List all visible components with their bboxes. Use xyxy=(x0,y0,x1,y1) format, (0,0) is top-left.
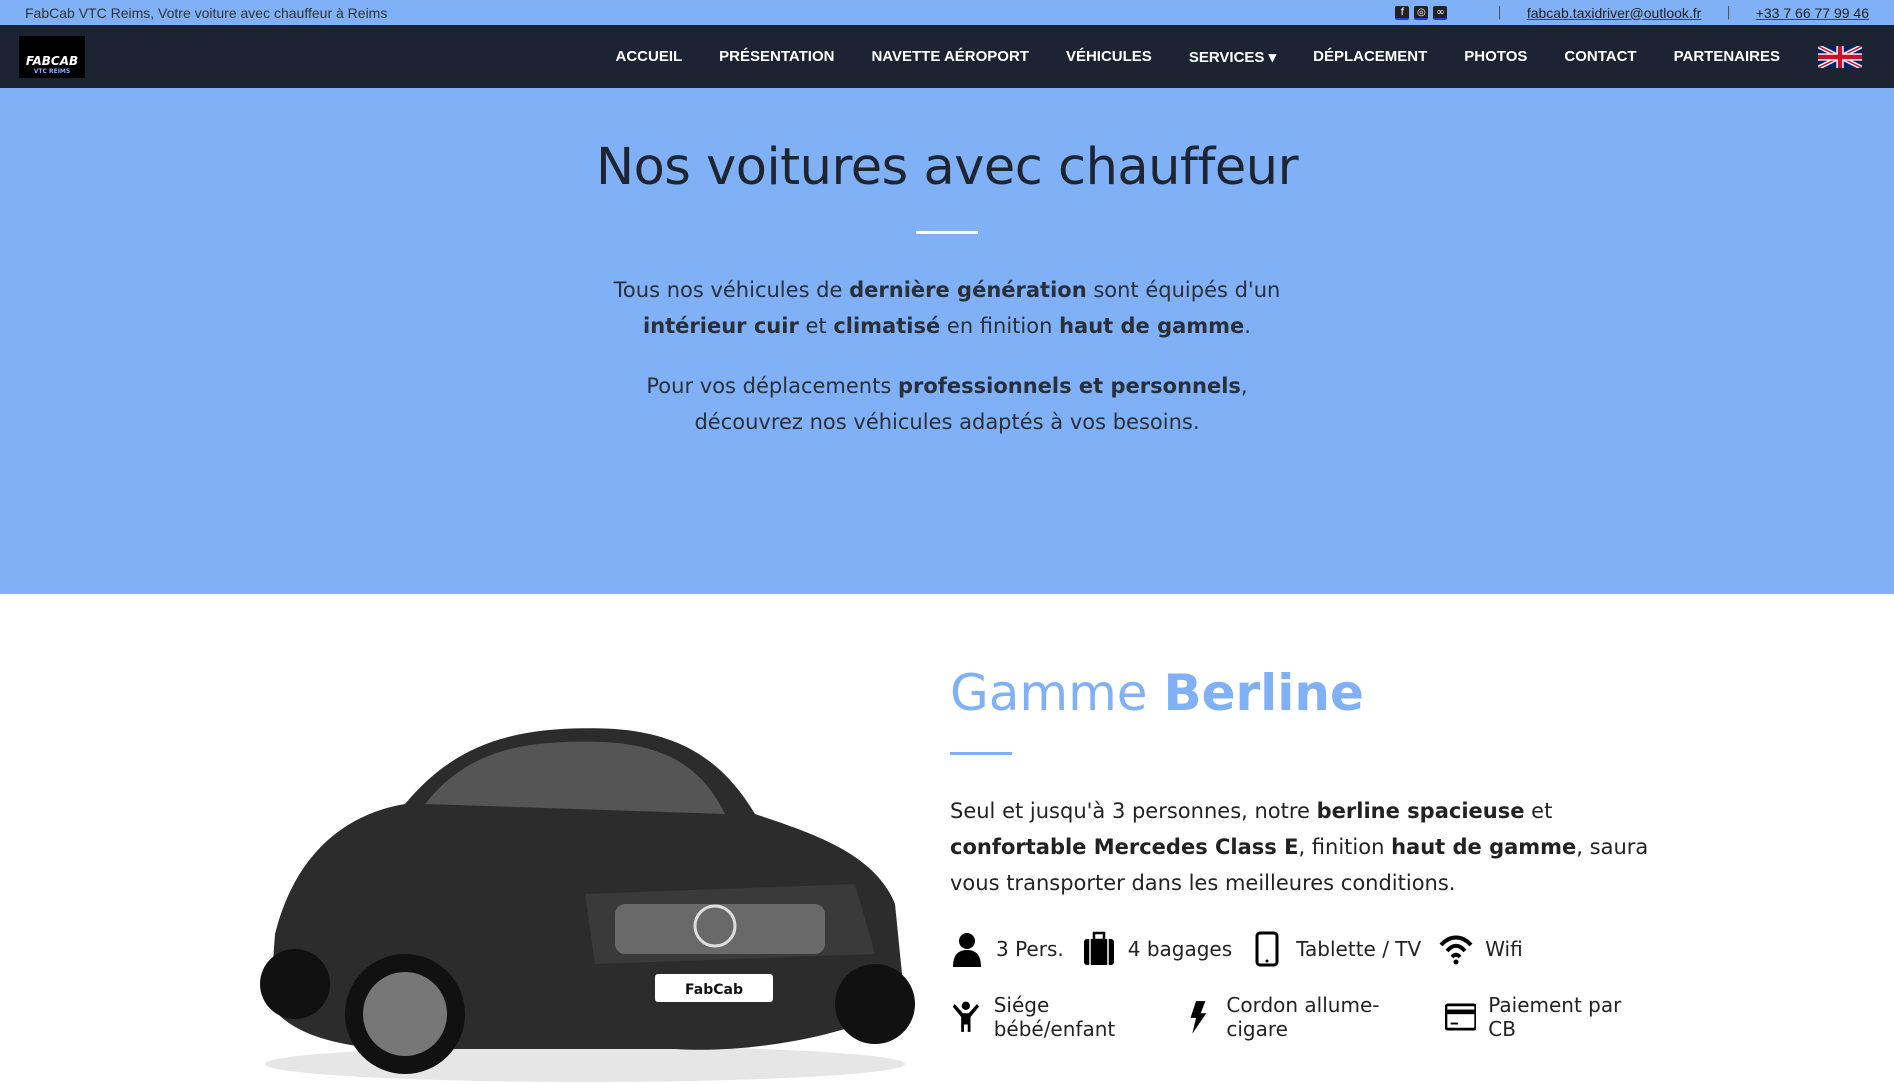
nav-item[interactable]: VÉHICULES xyxy=(1066,48,1152,65)
facebook-icon[interactable]: f xyxy=(1395,5,1410,20)
bolt-icon xyxy=(1190,1001,1206,1034)
feature-item: 3 Pers. xyxy=(950,931,1064,967)
car-image: FabCab xyxy=(260,728,915,1082)
feature-label: Siége bébé/enfant xyxy=(993,993,1116,1041)
text: , finition xyxy=(1298,835,1392,859)
text: en finition xyxy=(940,314,1060,338)
feature-label: 3 Pers. xyxy=(996,937,1064,961)
suitcase-icon xyxy=(1083,931,1114,965)
bold-text: dernière génération xyxy=(849,278,1087,302)
section-divider xyxy=(950,752,1012,755)
berline-description: Seul et jusqu'à 3 personnes, notre berli… xyxy=(950,793,1650,901)
feature-label: Tablette / TV xyxy=(1296,937,1422,961)
bold-text: berline spacieuse xyxy=(1316,799,1525,823)
nav-item[interactable]: NAVETTE AÉROPORT xyxy=(871,48,1029,65)
divider: | xyxy=(1497,5,1502,20)
phone-link[interactable]: +33 7 66 77 99 46 xyxy=(1756,5,1869,21)
tablet-icon xyxy=(1255,931,1279,967)
plate-text: FabCab xyxy=(685,982,743,998)
section-title: Gamme Berline xyxy=(950,664,1650,722)
feature-label: Paiement par CB xyxy=(1488,993,1622,1041)
text: sont équipés d'un xyxy=(1086,278,1281,302)
berline-section: FabCab Gamme Berline Seul et jusqu'à 3 p… xyxy=(0,594,1894,1082)
text: Tous nos véhicules de xyxy=(613,278,850,302)
nav-item[interactable]: PRÉSENTATION xyxy=(719,48,834,65)
credit-card-icon xyxy=(1444,1003,1477,1031)
title-divider xyxy=(916,231,978,234)
text: et xyxy=(1524,799,1553,823)
nav-item[interactable]: DÉPLACEMENT xyxy=(1313,48,1427,65)
logo-subtext: VTC REIMS xyxy=(33,67,71,75)
wifi-icon xyxy=(1439,935,1473,965)
nav-item[interactable]: CONTACT xyxy=(1564,48,1636,65)
feature-item: Siége bébé/enfant xyxy=(950,993,1165,1041)
title-bold: Berline xyxy=(1163,664,1364,722)
main-nav: FABCAB VTC REIMS ACCUEIL PRÉSENTATION NAVET… xyxy=(0,25,1894,88)
nav-item[interactable]: PARTENAIRES xyxy=(1674,48,1780,65)
hero-paragraph-2: Pour vos déplacements professionnels et … xyxy=(607,368,1287,440)
bold-text: climatisé xyxy=(833,314,941,338)
divider: | xyxy=(1726,5,1731,20)
tripadvisor-icon[interactable]: ∞ xyxy=(1433,5,1448,20)
nav-item[interactable]: SERVICES ▾ xyxy=(1189,48,1276,66)
nav-item[interactable]: PHOTOS xyxy=(1464,48,1527,65)
feature-item: 4 bagages xyxy=(1082,931,1232,967)
bold-text: professionnels et personnels xyxy=(897,374,1241,398)
nav-item[interactable]: ACCUEIL xyxy=(615,48,682,65)
bold-text: confortable Mercedes Class E xyxy=(950,835,1299,859)
hero-section: Nos voitures avec chauffeur Tous nos véh… xyxy=(0,88,1894,594)
feature-label: Wifi xyxy=(1485,937,1523,961)
email-link[interactable]: fabcab.taxidriver@outlook.fr xyxy=(1527,5,1702,21)
feature-item: Tablette / TV xyxy=(1250,931,1421,967)
logo[interactable]: FABCAB VTC REIMS xyxy=(19,35,85,78)
title-light: Gamme xyxy=(950,664,1164,722)
bold-text: intérieur cuir xyxy=(643,314,799,338)
tagline: FabCab VTC Reims, Votre voiture avec cha… xyxy=(25,4,388,21)
feature-item: Paiement par CB xyxy=(1444,993,1644,1041)
uk-flag-icon[interactable] xyxy=(1818,45,1862,68)
feature-item: Cordon allume-cigare xyxy=(1183,993,1427,1041)
instagram-icon[interactable]: ◎ xyxy=(1414,5,1429,20)
page-title: Nos voitures avec chauffeur xyxy=(595,138,1299,197)
child-icon xyxy=(952,1001,979,1032)
feature-item: Wifi xyxy=(1439,931,1523,967)
text: Seul et jusqu'à 3 personnes, notre xyxy=(950,799,1317,823)
bold-text: haut de gamme xyxy=(1391,835,1577,859)
person-icon xyxy=(953,933,981,967)
feature-label: Cordon allume-cigare xyxy=(1226,993,1380,1041)
hero-paragraph-1: Tous nos véhicules de dernière génératio… xyxy=(607,272,1287,344)
text: Pour vos déplacements xyxy=(646,374,898,398)
bold-text: haut de gamme xyxy=(1059,314,1245,338)
logo-text: FABCAB xyxy=(25,53,79,68)
text: . xyxy=(1244,314,1251,338)
feature-label: 4 bagages xyxy=(1127,937,1233,961)
text: et xyxy=(798,314,834,338)
top-bar: FabCab VTC Reims, Votre voiture avec cha… xyxy=(0,0,1894,25)
